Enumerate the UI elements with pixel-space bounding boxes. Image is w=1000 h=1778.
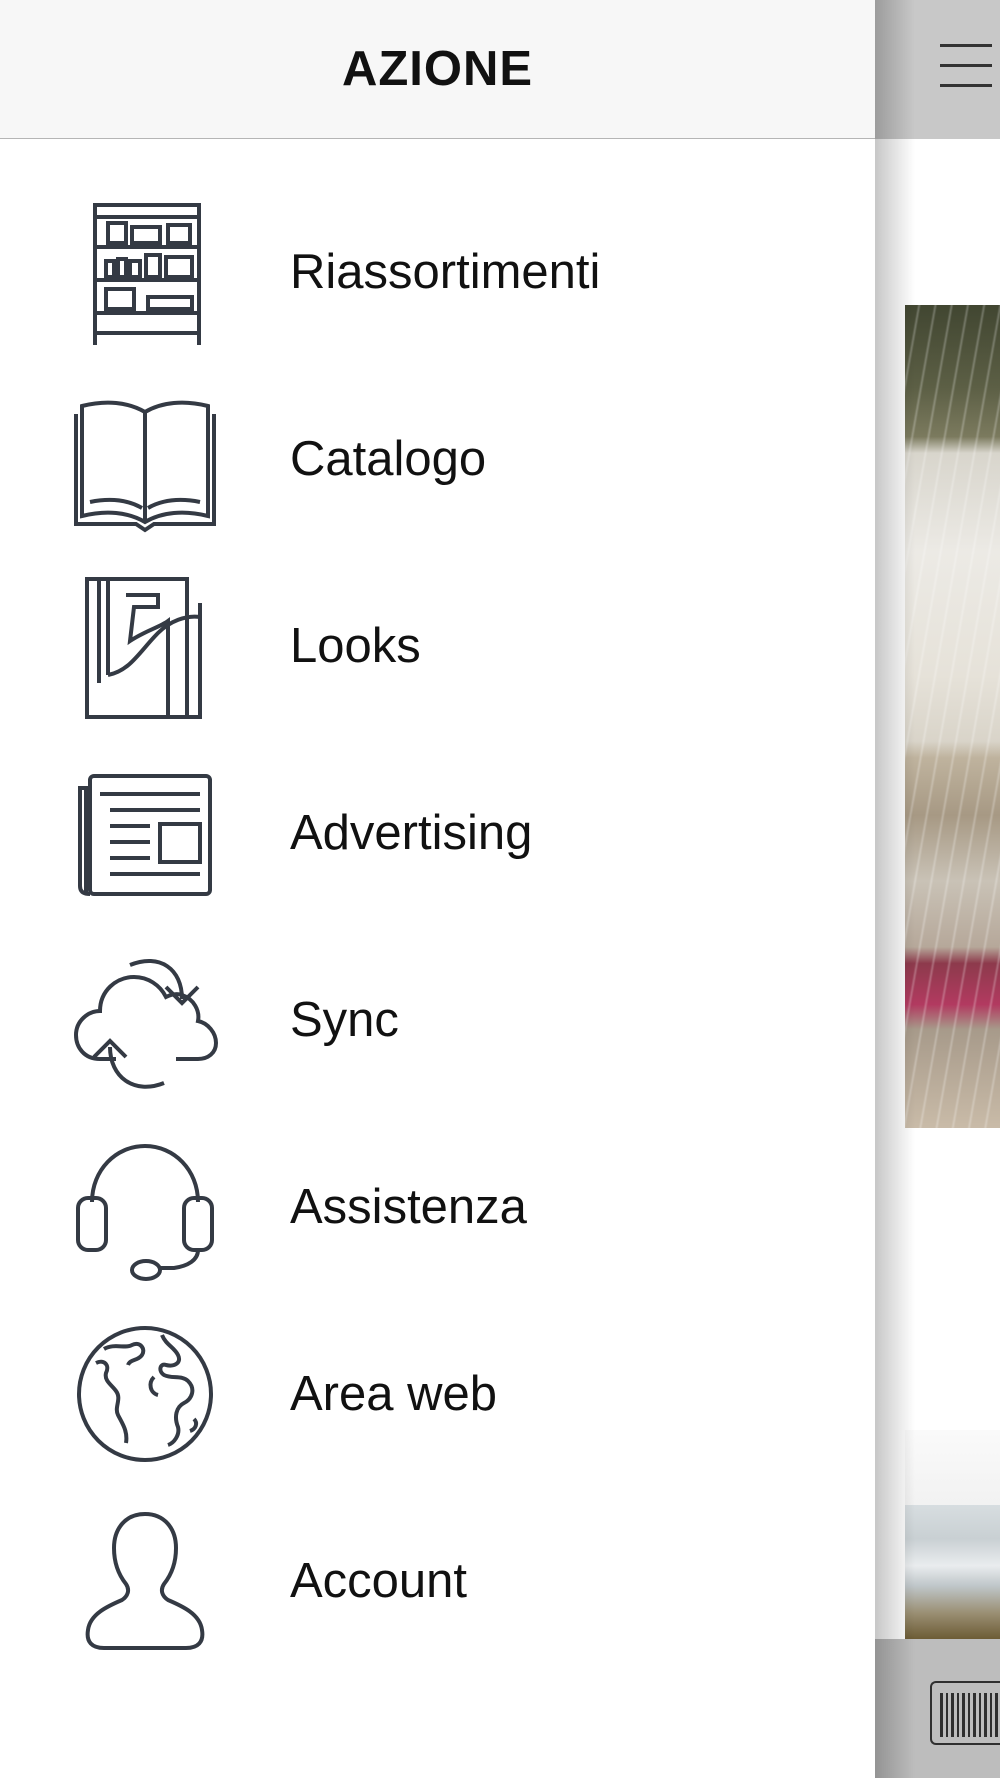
menu-item-sync[interactable]: Sync [0, 926, 875, 1113]
main-bottom-bar [875, 1639, 1000, 1778]
shelves-icon [70, 197, 220, 347]
menu-item-account[interactable]: Account [0, 1487, 875, 1674]
menu-item-looks[interactable]: Looks [0, 552, 875, 739]
menu-label: Catalogo [290, 431, 487, 486]
cloud-sync-icon [70, 945, 220, 1095]
main-top-bar [875, 0, 1000, 139]
photo-caption-area [905, 1430, 1000, 1505]
product-photo-secondary[interactable] [905, 1505, 1000, 1640]
menu-label: Sync [290, 992, 399, 1047]
barcode-bars [940, 1693, 1000, 1737]
user-icon [70, 1506, 220, 1656]
menu-item-area-web[interactable]: Area web [0, 1300, 875, 1487]
open-book-icon [70, 384, 220, 534]
menu-label: Account [290, 1553, 468, 1608]
menu-item-advertising[interactable]: Advertising [0, 739, 875, 926]
globe-icon [70, 1319, 220, 1469]
main-content-panel [875, 0, 1000, 1778]
drawer-title: AZIONE [341, 42, 534, 96]
photo-texture [905, 305, 1000, 1128]
navigation-drawer: AZIONE Riassortimenti Catalogo Looks Adv… [0, 0, 875, 1778]
menu-label: Advertising [290, 805, 533, 860]
hamburger-menu-icon[interactable] [940, 44, 992, 88]
newspaper-icon [70, 758, 220, 908]
menu-item-catalogo[interactable]: Catalogo [0, 365, 875, 552]
fashion-sketch-icon [70, 571, 220, 721]
menu-label: Riassortimenti [290, 244, 601, 299]
menu-label: Looks [290, 618, 421, 673]
menu-item-assistenza[interactable]: Assistenza [0, 1113, 875, 1300]
product-photo[interactable] [905, 305, 1000, 1128]
headset-icon [70, 1132, 220, 1282]
menu-label: Area web [290, 1366, 498, 1421]
drawer-header: AZIONE [0, 0, 875, 139]
menu-item-riassortimenti[interactable]: Riassortimenti [0, 178, 875, 365]
barcode-icon[interactable] [930, 1681, 1000, 1745]
menu-label: Assistenza [290, 1179, 527, 1234]
